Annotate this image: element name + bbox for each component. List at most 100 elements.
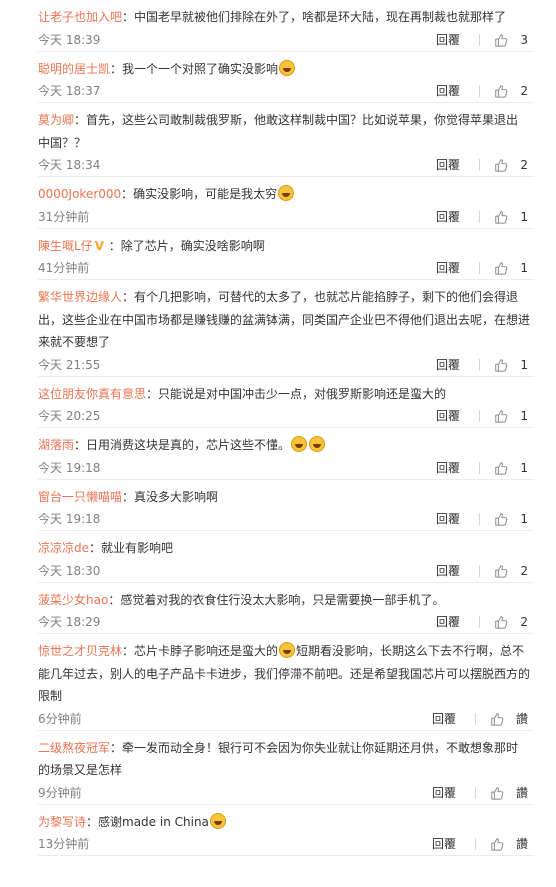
action-divider (479, 513, 480, 525)
like-count: 3 (520, 32, 528, 47)
comment-actions: 回覆 3 (436, 29, 528, 51)
comment-meta: 13分钟前 回覆 讚 (38, 833, 530, 855)
thumbs-up-icon (490, 712, 516, 726)
reply-button[interactable]: 回覆 (436, 206, 460, 228)
comment-author[interactable]: 陳生嘅L仔 (38, 239, 93, 253)
thumbs-up-icon (494, 461, 520, 475)
action-divider (479, 159, 480, 171)
grin-emoji (279, 59, 296, 76)
comment-meta: 今天 21:55 回覆 1 (38, 354, 530, 376)
like-count: 2 (520, 158, 528, 172)
action-divider (479, 210, 480, 223)
reply-button[interactable]: 回覆 (436, 29, 460, 51)
reply-button[interactable]: 回覆 (436, 257, 460, 279)
comment-author[interactable]: 湖落雨 (38, 438, 74, 452)
comment-author[interactable]: 0000Joker000 (38, 187, 121, 201)
like-button[interactable]: 1 (494, 457, 528, 479)
comment-author[interactable]: 二级熬夜冠军 (38, 741, 110, 755)
comment-body: 凉凉凉de：就业有影响吧 (38, 537, 530, 560)
comment-body: 窗台一只懒喵喵：真没多大影响啊 (38, 486, 530, 509)
comment-author[interactable]: 菠菜少女hao (38, 593, 108, 607)
like-button[interactable]: 2 (494, 611, 528, 633)
thumbs-up-icon (494, 409, 520, 423)
comment-text: ：首先，这些公司敢制裁俄罗斯，他敢这样制裁中国？比如说苹果，你觉得苹果退出中国？… (38, 113, 519, 150)
reply-button[interactable]: 回覆 (436, 560, 460, 582)
like-button[interactable]: 讚 (490, 782, 528, 804)
comment-body: 0000Joker000：确实没影响，可能是我太穷 (38, 183, 530, 206)
comment-author[interactable]: 让老子也加入吧 (38, 10, 122, 24)
comment-meta: 41分钟前 回覆 1 (38, 257, 530, 279)
reply-button[interactable]: 回覆 (436, 508, 460, 530)
comment-body: 二级熬夜冠军：牵一发而动全身！银行可不会因为你失业就让你延期还月供，不敢想象那时… (38, 737, 530, 782)
comment-actions: 回覆 2 (436, 611, 528, 633)
comment-text: ：就业有影响吧 (89, 541, 174, 555)
comment-body: 让老子也加入吧：中国老早就被他们排除在外了，啥都是环大陆，现在再制裁也就那样了 (38, 6, 530, 29)
comment-author[interactable]: 莫为卿 (38, 113, 74, 127)
like-button[interactable]: 1 (494, 206, 528, 228)
reply-button[interactable]: 回覆 (436, 80, 460, 102)
like-count: 1 (520, 460, 528, 475)
action-divider (474, 712, 476, 725)
like-button[interactable]: 1 (494, 405, 528, 427)
reply-button[interactable]: 回覆 (432, 708, 456, 730)
like-count: 1 (520, 409, 528, 423)
reply-button[interactable]: 回覆 (432, 833, 456, 855)
comment-time: 9分钟前 (38, 785, 82, 800)
reply-button[interactable]: 回覆 (436, 611, 460, 633)
comment-item: 为黎写诗：感谢made in China 13分钟前 回覆 讚 (38, 805, 534, 856)
laugh-emoji (309, 436, 326, 452)
comment-meta: 今天 19:18 回覆 1 (38, 457, 530, 479)
comment-time: 13分钟前 (38, 837, 90, 851)
like-button[interactable]: 3 (494, 29, 528, 51)
comment-actions: 回覆 1 (436, 405, 528, 427)
comment-item: 0000Joker000：确实没影响，可能是我太穷 31分钟前 回覆 1 (38, 177, 534, 229)
thumbs-up-icon (494, 261, 520, 275)
comment-body: 菠菜少女hao：感觉着对我的衣食住行没太大影响，只是需要换一部手机了。 (38, 589, 530, 612)
comment-item: 惊世之才贝克林：芯片卡脖子影响还是蛮大的 短期看没影响，长期这么下去不行啊，总不能… (38, 634, 534, 731)
like-button[interactable]: 讚 (490, 833, 528, 855)
like-button[interactable]: 讚 (490, 708, 528, 730)
comment-text: ：确实没影响，可能是我太穷 (121, 187, 278, 201)
comment-actions: 回覆 讚 (432, 708, 528, 730)
comment-author[interactable]: 惊世之才贝克林 (38, 644, 122, 658)
like-button[interactable]: 2 (494, 154, 528, 176)
comment-body: 聪明的居士凯：我一个一个对照了确实没影响 (38, 58, 530, 81)
like-count: 讚 (515, 785, 528, 800)
comment-body: 莫为卿：首先，这些公司敢制裁俄罗斯，他敢这样制裁中国？比如说苹果，你觉得苹果退出… (38, 109, 530, 154)
like-button[interactable]: 2 (494, 560, 528, 582)
comment-time: 今天 19:18 (38, 460, 101, 475)
comment-author[interactable]: 繁华世界边缘人 (38, 290, 122, 304)
like-button[interactable]: 1 (494, 508, 528, 530)
action-divider (479, 262, 480, 274)
reply-button[interactable]: 回覆 (436, 405, 460, 427)
comment-author[interactable]: 窗台一只懒喵喵 (38, 490, 122, 504)
comment-meta: 6分钟前 回覆 讚 (38, 708, 530, 730)
reply-button[interactable]: 回覆 (436, 354, 460, 376)
reply-button[interactable]: 回覆 (436, 154, 460, 176)
comment-meta: 31分钟前 回覆 1 (38, 206, 530, 228)
reply-button[interactable]: 回覆 (432, 782, 456, 804)
like-button[interactable]: 1 (494, 257, 528, 279)
thumbs-up-icon (490, 786, 516, 800)
comment-author[interactable]: 聪明的居士凯 (38, 62, 110, 76)
like-button[interactable]: 1 (494, 354, 528, 376)
action-divider (479, 616, 480, 628)
comment-meta: 今天 18:37 回覆 2 (38, 80, 530, 102)
comment-time: 今天 18:29 (38, 615, 101, 629)
comment-body: 湖落雨：日用消费这块是真的，芯片这些不懂。 (38, 434, 530, 457)
comment-item: 这位朋友你真有意思：只能说是对中国冲击少一点，对俄罗斯影响还是蛮大的 今天 20:… (38, 377, 534, 428)
comment-actions: 回覆 1 (436, 457, 528, 479)
comment-actions: 回覆 2 (436, 560, 528, 582)
comment-author[interactable]: 这位朋友你真有意思 (38, 387, 146, 401)
comment-item: 凉凉凉de：就业有影响吧 今天 18:30 回覆 2 (38, 531, 534, 583)
laugh-tears-emoji (278, 185, 295, 201)
laugh-tears-emoji (279, 642, 296, 658)
reply-button[interactable]: 回覆 (436, 457, 460, 479)
comment-author[interactable]: 凉凉凉de (38, 541, 89, 555)
thumbs-up-icon (490, 837, 516, 851)
comment-meta: 今天 18:29 回覆 2 (38, 611, 530, 633)
like-button[interactable]: 2 (494, 80, 528, 102)
like-count: 2 (520, 615, 528, 629)
comment-meta: 今天 18:39 回覆 3 (38, 29, 530, 51)
comment-author[interactable]: 为黎写诗 (38, 815, 86, 829)
